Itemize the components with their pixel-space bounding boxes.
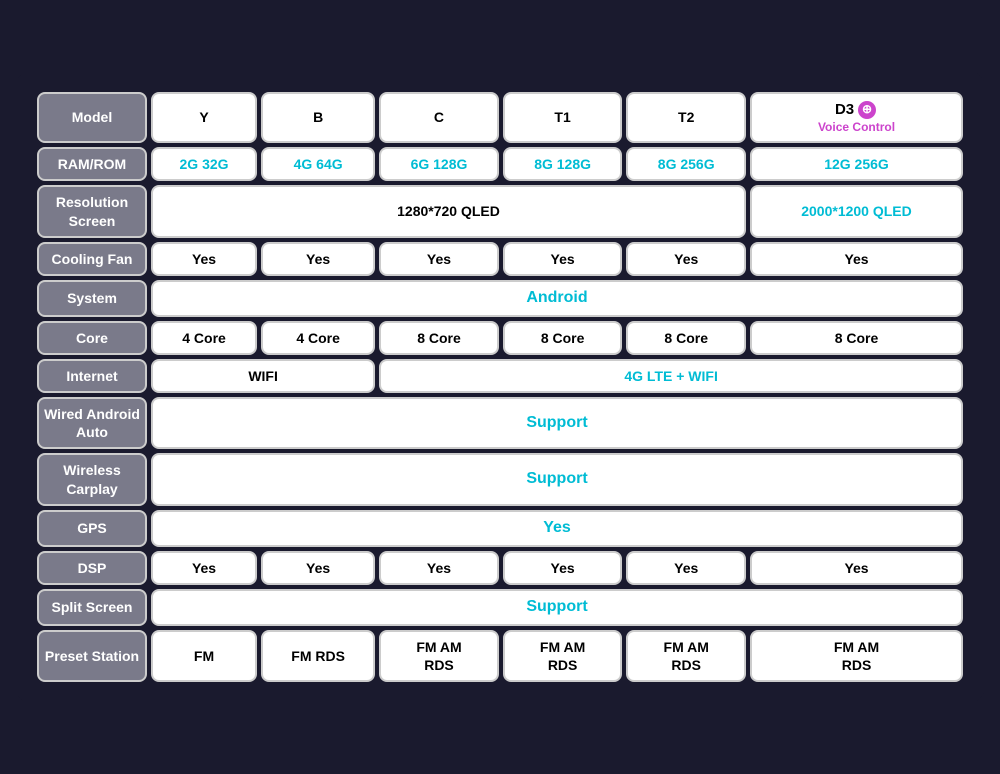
system-header: System bbox=[37, 280, 147, 317]
cooling-fan-row: Cooling Fan Yes Yes Yes Yes Yes Yes bbox=[37, 242, 963, 276]
model-d3: D3 Voice Control bbox=[750, 92, 963, 143]
ram-rom-t2: 8G 256G bbox=[626, 147, 746, 181]
gps-row: GPS Yes bbox=[37, 510, 963, 547]
system-row: System Android bbox=[37, 280, 963, 317]
model-row: Model Y B C T1 T2 D3 Voice Control bbox=[37, 92, 963, 143]
ram-rom-t1: 8G 128G bbox=[503, 147, 623, 181]
wired-android-value: Support bbox=[151, 397, 963, 449]
internet-row: Internet WIFI 4G LTE + WIFI bbox=[37, 359, 963, 393]
preset-station-row: Preset Station FM FM RDS FM AM RDS FM AM… bbox=[37, 630, 963, 682]
ram-rom-row: RAM/ROM 2G 32G 4G 64G 6G 128G 8G 128G 8G… bbox=[37, 147, 963, 181]
ram-rom-c: 6G 128G bbox=[379, 147, 499, 181]
dsp-header: DSP bbox=[37, 551, 147, 585]
internet-header: Internet bbox=[37, 359, 147, 393]
spec-table: Model Y B C T1 T2 D3 Voice Control RAM/R… bbox=[33, 88, 967, 686]
internet-lte: 4G LTE + WIFI bbox=[379, 359, 963, 393]
preset-t1: FM AM RDS bbox=[503, 630, 623, 682]
wireless-carplay-row: Wireless Carplay Support bbox=[37, 453, 963, 505]
core-y: 4 Core bbox=[151, 321, 257, 355]
cooling-fan-header: Cooling Fan bbox=[37, 242, 147, 276]
cooling-t1: Yes bbox=[503, 242, 623, 276]
core-t2: 8 Core bbox=[626, 321, 746, 355]
model-header: Model bbox=[37, 92, 147, 143]
core-c: 8 Core bbox=[379, 321, 499, 355]
model-t1: T1 bbox=[503, 92, 623, 143]
resolution-row: Resolution Screen 1280*720 QLED 2000*120… bbox=[37, 185, 963, 237]
core-d3: 8 Core bbox=[750, 321, 963, 355]
core-b: 4 Core bbox=[261, 321, 375, 355]
preset-c: FM AM RDS bbox=[379, 630, 499, 682]
split-screen-header: Split Screen bbox=[37, 589, 147, 626]
cooling-y: Yes bbox=[151, 242, 257, 276]
preset-d3: FM AM RDS bbox=[750, 630, 963, 682]
dsp-y: Yes bbox=[151, 551, 257, 585]
preset-station-header: Preset Station bbox=[37, 630, 147, 682]
split-screen-value: Support bbox=[151, 589, 963, 626]
cooling-d3: Yes bbox=[750, 242, 963, 276]
voice-control-icon bbox=[858, 101, 876, 119]
preset-t2: FM AM RDS bbox=[626, 630, 746, 682]
dsp-c: Yes bbox=[379, 551, 499, 585]
wired-android-header: Wired Android Auto bbox=[37, 397, 147, 449]
system-value: Android bbox=[151, 280, 963, 317]
preset-b: FM RDS bbox=[261, 630, 375, 682]
spec-table-container: Model Y B C T1 T2 D3 Voice Control RAM/R… bbox=[15, 70, 985, 704]
gps-header: GPS bbox=[37, 510, 147, 547]
core-row: Core 4 Core 4 Core 8 Core 8 Core 8 Core … bbox=[37, 321, 963, 355]
resolution-header: Resolution Screen bbox=[37, 185, 147, 237]
wired-android-row: Wired Android Auto Support bbox=[37, 397, 963, 449]
model-b: B bbox=[261, 92, 375, 143]
resolution-wide: 1280*720 QLED bbox=[151, 185, 746, 237]
cooling-b: Yes bbox=[261, 242, 375, 276]
d3-label: D3 bbox=[835, 101, 854, 118]
model-t2: T2 bbox=[626, 92, 746, 143]
dsp-b: Yes bbox=[261, 551, 375, 585]
model-y: Y bbox=[151, 92, 257, 143]
ram-rom-b: 4G 64G bbox=[261, 147, 375, 181]
dsp-t1: Yes bbox=[503, 551, 623, 585]
dsp-t2: Yes bbox=[626, 551, 746, 585]
dsp-row: DSP Yes Yes Yes Yes Yes Yes bbox=[37, 551, 963, 585]
voice-control-label: Voice Control bbox=[756, 120, 957, 136]
model-c: C bbox=[379, 92, 499, 143]
wireless-carplay-header: Wireless Carplay bbox=[37, 453, 147, 505]
ram-rom-header: RAM/ROM bbox=[37, 147, 147, 181]
core-t1: 8 Core bbox=[503, 321, 623, 355]
dsp-d3: Yes bbox=[750, 551, 963, 585]
ram-rom-y: 2G 32G bbox=[151, 147, 257, 181]
cooling-c: Yes bbox=[379, 242, 499, 276]
wireless-carplay-value: Support bbox=[151, 453, 963, 505]
ram-rom-d3: 12G 256G bbox=[750, 147, 963, 181]
core-header: Core bbox=[37, 321, 147, 355]
preset-y: FM bbox=[151, 630, 257, 682]
gps-value: Yes bbox=[151, 510, 963, 547]
internet-wifi: WIFI bbox=[151, 359, 375, 393]
resolution-d3: 2000*1200 QLED bbox=[750, 185, 963, 237]
cooling-t2: Yes bbox=[626, 242, 746, 276]
split-screen-row: Split Screen Support bbox=[37, 589, 963, 626]
